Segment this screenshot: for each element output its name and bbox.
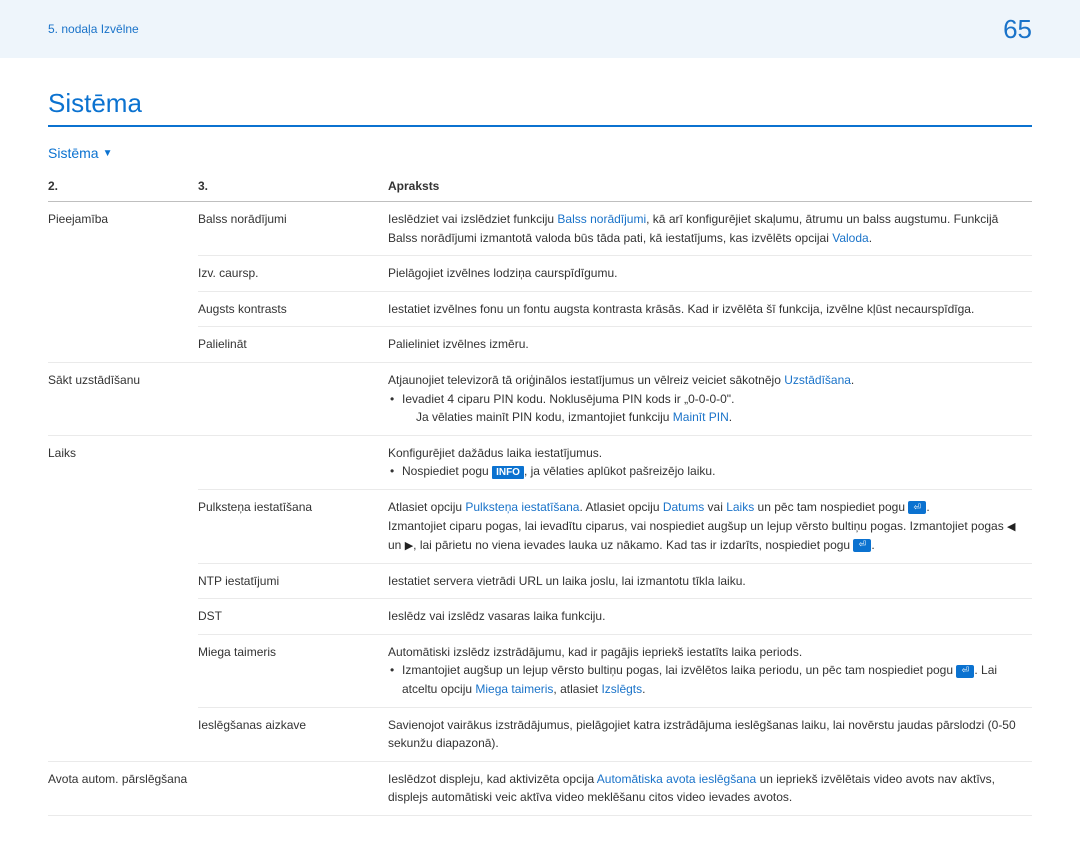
level3-label: Pulksteņa iestatīšana — [198, 489, 388, 563]
level3-label: Balss norādījumi — [198, 202, 388, 256]
arrow-left-icon: ◀ — [1007, 521, 1015, 533]
triangle-down-icon: ▼ — [103, 148, 113, 159]
level3-label: Miega taimeris — [198, 634, 388, 707]
level2-label: Laiks — [48, 435, 198, 761]
level3-label: Augsts kontrasts — [198, 291, 388, 327]
inline-link: Izslēgts — [601, 682, 642, 696]
inline-link: Datums — [663, 500, 704, 514]
level3-label — [198, 435, 388, 489]
col-header-desc: Apraksts — [388, 171, 1032, 202]
level3-label: Palielināt — [198, 327, 388, 363]
description-cell: Konfigurējiet dažādus laika iestatījumus… — [388, 435, 1032, 489]
menu-path-label: Sistēma — [48, 145, 99, 161]
description-cell: Palieliniet izvēlnes izmēru. — [388, 327, 1032, 363]
inline-link: Automātiska avota ieslēgšana — [597, 772, 756, 786]
description-cell: Iestatiet servera vietrādi URL un laika … — [388, 563, 1032, 599]
list-item: Izmantojiet augšup un lejup vērsto bulti… — [388, 661, 1022, 698]
inline-link: Laiks — [726, 500, 754, 514]
level2-label: Sākt uzstādīšanu — [48, 362, 198, 435]
col-header-3: 3. — [198, 171, 388, 202]
page-number: 65 — [1003, 14, 1032, 45]
level3-label — [198, 761, 388, 815]
table-row: Sākt uzstādīšanu Atjaunojiet televizorā … — [48, 362, 1032, 435]
description-cell: Ieslēdzot displeju, kad aktivizēta opcij… — [388, 761, 1032, 815]
top-bar: 5. nodaļa Izvēlne 65 — [0, 0, 1080, 58]
inline-link: Miega taimeris — [475, 682, 553, 696]
description-cell: Pielāgojiet izvēlnes lodziņa caurspīdīgu… — [388, 256, 1032, 292]
level2-label: Pieejamība — [48, 202, 198, 363]
level3-label: DST — [198, 599, 388, 635]
inline-link: Balss norādījumi — [557, 212, 646, 226]
description-cell: Atlasiet opciju Pulksteņa iestatīšana. A… — [388, 489, 1032, 563]
description-cell: Savienojot vairākus izstrādājumus, pielā… — [388, 707, 1032, 761]
level3-label: NTP iestatījumi — [198, 563, 388, 599]
level3-label: Ieslēgšanas aizkave — [198, 707, 388, 761]
level3-label: Izv. caursp. — [198, 256, 388, 292]
table-row: Avota autom. pārslēgšana Ieslēdzot displ… — [48, 761, 1032, 815]
inline-link: Mainīt PIN — [673, 410, 729, 424]
table-row: Laiks Konfigurējiet dažādus laika iestat… — [48, 435, 1032, 489]
description-cell: Automātiski izslēdz izstrādājumu, kad ir… — [388, 634, 1032, 707]
inline-link: Pulksteņa iestatīšana — [465, 500, 579, 514]
page-title: Sistēma — [48, 88, 1032, 127]
inline-link: Uzstādīšana — [784, 373, 851, 387]
enter-icon: ⏎ — [853, 539, 871, 552]
list-item: Ievadiet 4 ciparu PIN kodu. Noklusējuma … — [388, 390, 1022, 427]
description-cell: Iestatiet izvēlnes fonu un fontu augsta … — [388, 291, 1032, 327]
level3-label — [198, 362, 388, 435]
level2-label: Avota autom. pārslēgšana — [48, 761, 198, 815]
enter-icon: ⏎ — [956, 665, 974, 678]
arrow-right-icon: ▶ — [405, 540, 413, 552]
description-cell: Ieslēdziet vai izslēdziet funkciju Balss… — [388, 202, 1032, 256]
description-cell: Atjaunojiet televizorā tā oriģinālos ies… — [388, 362, 1032, 435]
settings-table: 2. 3. Apraksts Pieejamība Balss norādīju… — [48, 171, 1032, 816]
description-cell: Ieslēdz vai izslēdz vasaras laika funkci… — [388, 599, 1032, 635]
info-badge: INFO — [492, 466, 524, 479]
breadcrumb: 5. nodaļa Izvēlne — [48, 22, 139, 36]
enter-icon: ⏎ — [908, 501, 926, 514]
content-area: Sistēma Sistēma ▼ 2. 3. Apraksts Pieejam… — [0, 58, 1080, 856]
list-item: Nospiediet pogu INFO, ja vēlaties aplūko… — [388, 462, 1022, 481]
table-row: Pieejamība Balss norādījumi Ieslēdziet v… — [48, 202, 1032, 256]
table-header-row: 2. 3. Apraksts — [48, 171, 1032, 202]
menu-path: Sistēma ▼ — [48, 145, 1032, 161]
col-header-2: 2. — [48, 171, 198, 202]
inline-link: Valoda — [832, 231, 868, 245]
